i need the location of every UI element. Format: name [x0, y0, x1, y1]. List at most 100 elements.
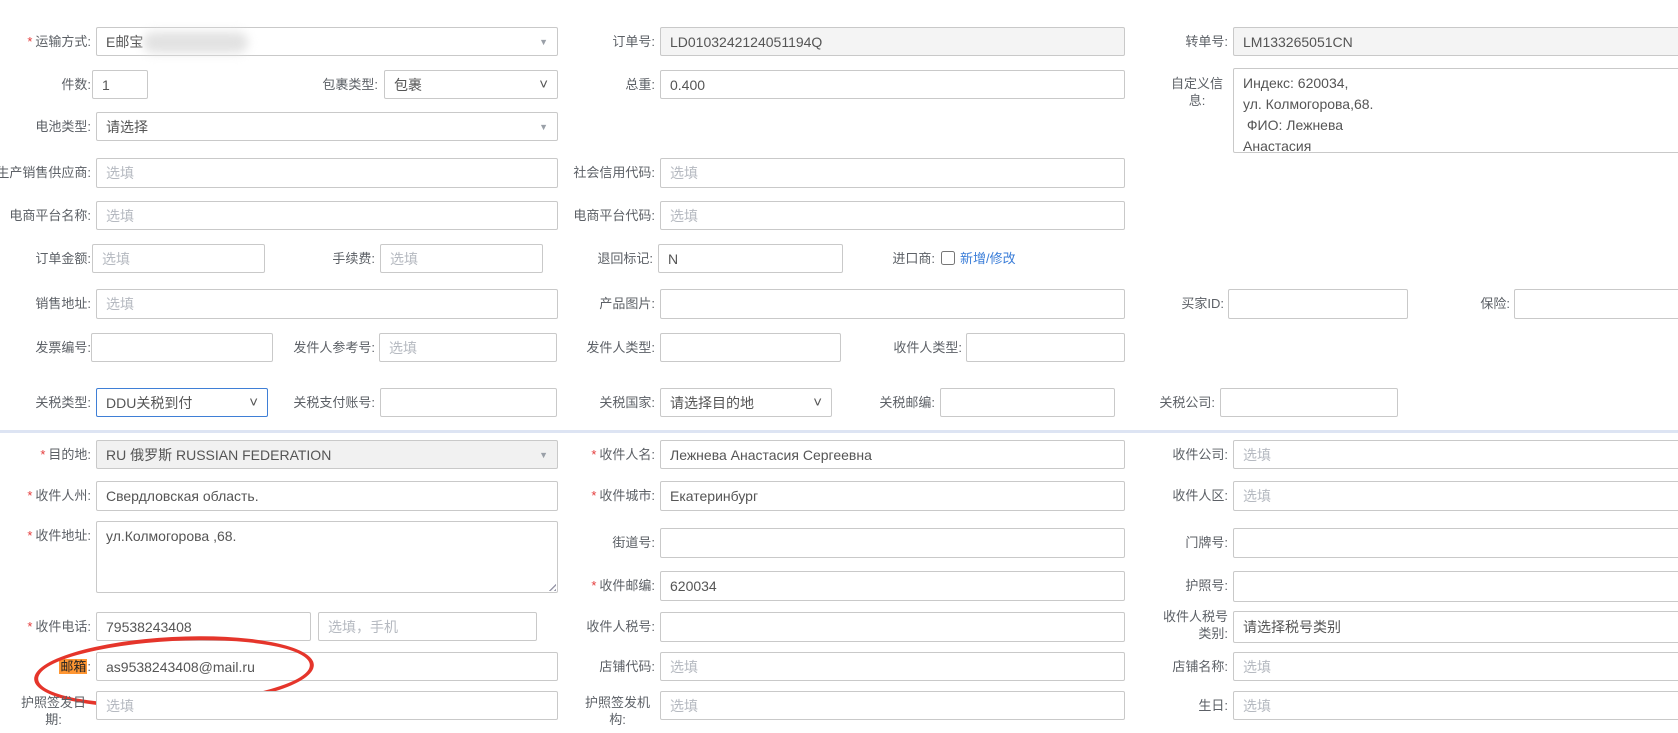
caret-down-icon: ▼	[539, 450, 548, 460]
house-no-input[interactable]	[1233, 528, 1678, 558]
censor-blur	[143, 32, 248, 53]
sender-type-label: 发件人类型:	[586, 333, 655, 362]
invoice-no-label: 发票编号:	[35, 333, 91, 362]
recipient-type-input[interactable]	[966, 333, 1125, 362]
email-input[interactable]	[96, 652, 558, 681]
caret-down-icon: ▼	[539, 122, 548, 132]
handling-fee-label: 手续费:	[332, 244, 375, 273]
platform-code-input[interactable]	[660, 201, 1125, 230]
sender-ref-input[interactable]	[379, 333, 557, 362]
recipient-state-input[interactable]	[96, 481, 558, 511]
pieces-label: 件数:	[61, 70, 91, 99]
package-type-select[interactable]: 包裹 ˅	[384, 70, 558, 99]
platform-name-input[interactable]	[96, 201, 558, 230]
custom-info-textarea[interactable]: Индекс: 620034, ул. Колмогорова,68. ФИО:…	[1233, 68, 1678, 153]
store-code-label: 店铺代码:	[599, 652, 655, 681]
supplier-label: 生产销售供应商:	[0, 158, 91, 187]
recipient-type-label: 收件人类型:	[893, 333, 962, 362]
store-name-input[interactable]	[1233, 652, 1678, 681]
importer-label: 进口商:	[892, 244, 935, 273]
street-no-label: 街道号:	[612, 528, 655, 557]
recipient-phone-label: *收件电话:	[27, 612, 91, 641]
house-no-label: 门牌号:	[1185, 528, 1228, 557]
duty-type-select[interactable]: DDU关税到付 ˅	[96, 388, 268, 417]
battery-type-select[interactable]: 请选择 ▼	[96, 112, 558, 141]
sales-address-input[interactable]	[96, 289, 558, 319]
store-code-input[interactable]	[660, 652, 1125, 681]
credit-code-input[interactable]	[660, 158, 1125, 188]
recipient-tax-no-label: 收件人税号:	[586, 612, 655, 641]
buyer-id-label: 买家ID:	[1181, 289, 1224, 318]
return-flag-input[interactable]	[658, 244, 843, 273]
battery-type-label: 电池类型:	[35, 112, 91, 141]
importer-add-edit-link[interactable]: 新增/修改	[960, 244, 1016, 273]
recipient-name-input[interactable]	[660, 440, 1125, 469]
passport-issue-date-label: 护照签发日期:	[16, 694, 91, 728]
pieces-input[interactable]	[92, 70, 148, 99]
duty-account-label: 关税支付账号:	[293, 388, 375, 417]
recipient-district-label: 收件人区:	[1172, 481, 1228, 510]
chevron-down-icon: ˅	[249, 394, 258, 411]
handling-fee-input[interactable]	[380, 244, 543, 273]
recipient-phone-input[interactable]	[96, 612, 311, 641]
chevron-down-icon: ˅	[539, 76, 548, 93]
transfer-no-label: 转单号:	[1185, 27, 1228, 56]
recipient-zip-label: *收件邮编:	[591, 571, 655, 600]
order-amount-input[interactable]	[92, 244, 265, 273]
insurance-input[interactable]	[1514, 289, 1678, 319]
recipient-company-label: 收件公司:	[1172, 440, 1228, 469]
duty-company-label: 关税公司:	[1159, 388, 1215, 417]
passport-no-label: 护照号:	[1185, 571, 1228, 600]
tax-type-label: 收件人税号类别:	[1152, 608, 1228, 642]
duty-zip-input[interactable]	[940, 388, 1115, 417]
sender-ref-label: 发件人参考号:	[293, 333, 375, 362]
order-no-input[interactable]	[660, 27, 1125, 56]
shipping-method-value: E邮宝	[106, 32, 143, 52]
duty-company-input[interactable]	[1220, 388, 1398, 417]
recipient-city-input[interactable]	[660, 481, 1125, 511]
total-weight-input[interactable]	[660, 70, 1125, 99]
passport-issue-date-input[interactable]	[96, 691, 558, 720]
invoice-no-input[interactable]	[91, 333, 273, 362]
duty-account-input[interactable]	[380, 388, 557, 417]
credit-code-label: 社会信用代码:	[573, 158, 655, 187]
street-no-input[interactable]	[660, 528, 1125, 558]
section-divider	[0, 430, 1678, 433]
sender-type-input[interactable]	[660, 333, 841, 362]
shipping-method-select[interactable]: E邮宝 ▼	[96, 27, 558, 56]
birthday-input[interactable]	[1233, 691, 1678, 720]
shipping-order-form: *运输方式: E邮宝 ▼ 订单号: 转单号: 件数: 包裹类型: 包裹 ˅ 总重…	[0, 0, 1678, 733]
duty-country-select[interactable]: 请选择目的地 ˅	[660, 388, 832, 417]
destination-label: *目的地:	[40, 440, 91, 469]
recipient-city-label: *收件城市:	[591, 481, 655, 510]
recipient-mobile-input[interactable]	[318, 612, 537, 641]
chevron-down-icon: ˅	[813, 394, 822, 411]
email-label: 邮箱:	[59, 652, 91, 681]
total-weight-label: 总重:	[625, 70, 655, 99]
passport-no-input[interactable]	[1233, 571, 1678, 602]
recipient-state-label: *收件人州:	[27, 481, 91, 510]
recipient-district-input[interactable]	[1233, 481, 1678, 511]
transfer-no-input[interactable]	[1233, 27, 1678, 56]
importer-checkbox[interactable]	[941, 251, 955, 265]
store-name-label: 店铺名称:	[1172, 652, 1228, 681]
recipient-company-input[interactable]	[1233, 440, 1678, 469]
duty-zip-label: 关税邮编:	[879, 388, 935, 417]
recipient-address-textarea[interactable]: ул.Колмогорова ,68.	[96, 521, 558, 593]
destination-select[interactable]: RU 俄罗斯 RUSSIAN FEDERATION ▼	[96, 440, 558, 469]
return-flag-label: 退回标记:	[597, 244, 653, 273]
recipient-zip-input[interactable]	[660, 571, 1125, 601]
order-amount-label: 订单金额:	[35, 244, 91, 273]
passport-issue-org-label: 护照签发机构:	[580, 694, 655, 728]
recipient-address-label: *收件地址:	[27, 521, 91, 550]
tax-type-select[interactable]: 请选择税号类别	[1233, 611, 1678, 643]
shipping-method-label: *运输方式:	[27, 27, 91, 56]
platform-code-label: 电商平台代码:	[573, 201, 655, 230]
birthday-label: 生日:	[1198, 691, 1228, 720]
buyer-id-input[interactable]	[1228, 289, 1408, 319]
passport-issue-org-input[interactable]	[660, 691, 1125, 720]
recipient-tax-no-input[interactable]	[660, 612, 1125, 642]
custom-info-label: 自定义信息:	[1166, 75, 1228, 109]
product-image-input[interactable]	[660, 289, 1125, 319]
supplier-input[interactable]	[96, 158, 558, 188]
